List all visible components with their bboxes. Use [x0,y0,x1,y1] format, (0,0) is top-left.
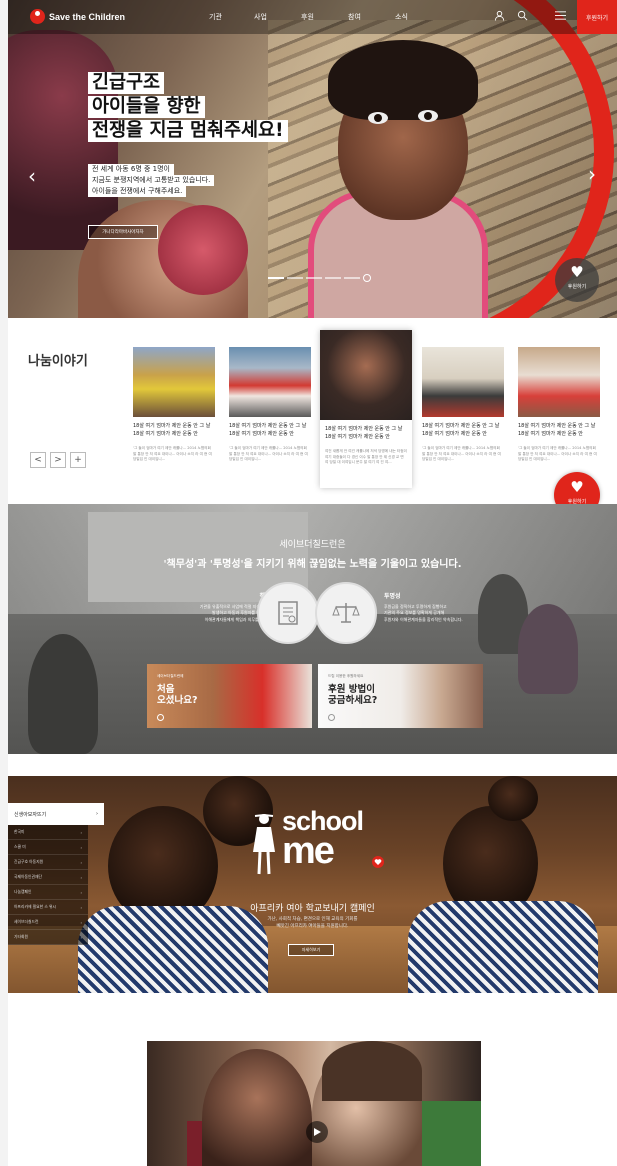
next-button[interactable]: > [50,452,66,468]
chevron-right-icon: › [80,934,82,940]
heart-icon: ♥ [570,263,584,281]
video-thumbnail[interactable] [147,1041,481,1166]
campaign-menu-item[interactable]: 국제아동인권재단 › [8,870,88,885]
menu-icon[interactable] [554,10,567,21]
slider-dot[interactable] [325,277,341,279]
donate-button[interactable]: 후원하기 [577,0,617,34]
slider-dot[interactable] [344,277,360,279]
slider-dot[interactable] [306,277,322,279]
campaign-menu-item[interactable]: 긴급구호 아동지원 › [8,855,88,870]
campaign-menu-item-active[interactable]: 신생아모자뜨기 › [8,803,104,825]
chevron-left-icon[interactable]: ‹ [28,164,36,188]
campaign-menu-item[interactable]: 스쿨 미 › [8,840,88,855]
top-nav: Save the Children 기관 사업 후원 참여 소식 후원하기 [8,0,617,34]
hero-cta-button[interactable]: 가나다라마바사아자차 [88,225,158,239]
user-icon[interactable] [494,10,505,21]
nav-item-programs[interactable]: 사업 [237,12,284,22]
campaign-menu-item[interactable]: 한국미 › [8,825,88,840]
mission-subtitle: 세이브더칠드런은 [279,540,346,550]
heart-icon [372,856,384,868]
campaign-menu-item[interactable]: 기타회원 › [8,930,88,945]
prev-button[interactable]: < [30,452,46,468]
scale-icon [332,603,360,623]
logo[interactable]: Save the Children [30,9,125,24]
slider-pagination [268,274,371,282]
chevron-right-icon: › [96,811,98,817]
hero-banner: Save the Children 기관 사업 후원 참여 소식 후원하기 긴급… [8,0,617,318]
nav-item-donate[interactable]: 후원 [284,12,331,22]
promo-first-visit[interactable]: 세이브더칠드런에 처음 오셨나요? [147,664,312,728]
floating-donate-button[interactable]: ♥ 후원하기 [555,258,599,302]
chevron-right-icon: › [80,844,82,850]
mission-title: '책무성'과 '투명성'을 지키기 위해 끊임없는 노력을 기울이고 있습니다. [163,559,462,570]
school-me-info: 아프리카 여아 학교보내기 캠페인 가난, 사회적 차습, 편견으로 인해 교육… [250,904,375,929]
story-image [133,347,215,417]
chevron-right-icon[interactable]: › [588,162,596,186]
chevron-right-icon: › [80,874,82,880]
chevron-right-icon: › [80,889,82,895]
document-icon [278,601,298,625]
search-icon[interactable] [517,10,528,21]
story-card[interactable]: 18살 여기 엄마가 제안 운동 안 그 날 18살 여기 엄마가 제안 운동 … [133,347,215,463]
main-menu: 기관 사업 후원 참여 소식 [194,12,425,22]
story-card[interactable]: 18살 여기 엄마가 제안 운동 안 그 날 18살 여기 엄마가 제안 운동 … [422,347,504,463]
pause-icon[interactable] [363,274,371,282]
slider-dot[interactable] [268,277,284,279]
story-image [229,347,311,417]
chevron-right-icon: › [80,859,82,865]
more-icon [328,714,335,721]
nav-item-about[interactable]: 기관 [194,12,237,22]
story-card[interactable]: 18살 여기 엄마가 제안 운동 안 그 날 18살 여기 엄마가 제안 운동 … [518,347,600,463]
logo-icon [30,9,45,24]
slider-dot[interactable] [287,277,303,279]
play-icon[interactable] [306,1121,328,1143]
accountability-circle [257,582,319,644]
story-image [518,347,600,417]
story-image [422,347,504,417]
story-card-active[interactable]: 18살 여기 엄마가 제안 운동 안 그 날 18살 여기 엄마가 제안 운동 … [320,330,412,488]
more-icon [157,714,164,721]
hero-description: 전 세계 아동 6명 중 1명이 지금도 분쟁지역에서 고통받고 있습니다. 아… [88,164,215,197]
transparency-text: 투명성 후원금을 정직하고 투명하게 집행하고 기관의 주요 정보를 명확하게 … [384,593,463,622]
stories-title: 나눔이야기 [28,354,88,369]
heart-icon: ♥ [570,478,584,496]
stories-controls: < > + [30,452,86,468]
transparency-circle [315,582,377,644]
nav-item-join[interactable]: 참여 [331,12,378,22]
girl-icon [253,813,275,875]
nav-item-news[interactable]: 소식 [378,12,425,22]
page: Save the Children 기관 사업 후원 참여 소식 후원하기 긴급… [8,0,617,1166]
school-me-more-button[interactable]: 자세히보기 [288,944,334,956]
campaign-menu-item[interactable]: 나눔캠페인 › [8,885,88,900]
promo-donation-method[interactable]: 드립 이용한 후원하세요 후원 방법이 궁금하세요? [318,664,483,728]
chevron-right-icon: › [80,829,82,835]
story-card[interactable]: 18살 여기 엄마가 제안 운동 안 그 날 18살 여기 엄마가 제안 운동 … [229,347,311,463]
story-image [320,330,412,420]
hero-title: 긴급구조 아이들을 향한 전쟁을 지금 멈춰주세요! [88,72,288,144]
more-button[interactable]: + [70,452,86,468]
